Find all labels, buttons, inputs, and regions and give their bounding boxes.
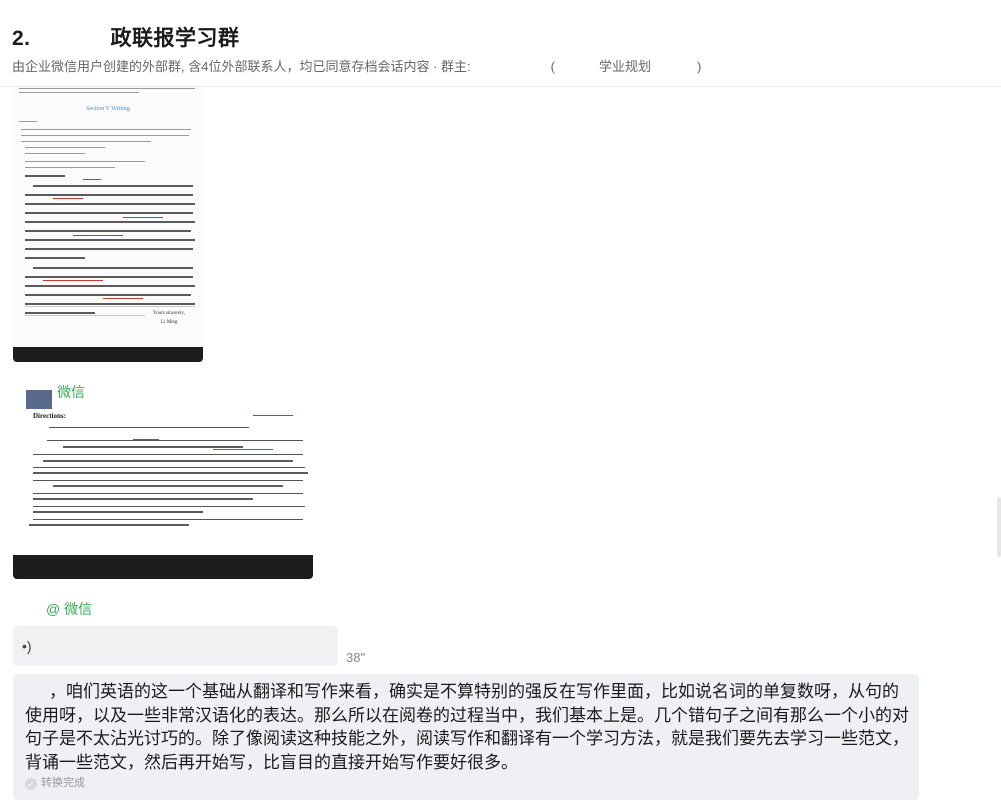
voice-transcript-body: ，咱们英语的这一个基础从翻译和写作来看，确实是不算特别的强反在写作里面，比如说名…	[25, 680, 909, 774]
owner-paren-close: )	[697, 59, 702, 74]
translation-directions: Directions:	[33, 412, 66, 420]
check-circle-icon: ✓	[25, 778, 37, 790]
group-info-text: 由企业微信用户创建的外部群, 含4位外部联系人，均已同意存档会话内容	[12, 59, 430, 74]
translation-page: Directions:	[13, 409, 313, 555]
voice-message[interactable]: •)	[13, 626, 338, 666]
chat-header: 2. 政联报学习群 由企业微信用户创建的外部群, 含4位外部联系人，均已同意存档会…	[0, 0, 1001, 87]
voice-transcript-bubble[interactable]: ，咱们英语的这一个基础从翻译和写作来看，确实是不算特别的强反在写作里面，比如说名…	[13, 674, 919, 800]
essay-section-title: Section V Writing	[86, 106, 130, 112]
group-title[interactable]: 2. 政联报学习群	[12, 22, 240, 52]
image-bottom-bar	[13, 555, 313, 579]
essay-page: Section V Writing Yours sincerely, Li Mi…	[13, 87, 203, 347]
sender-name: 微信	[57, 384, 85, 400]
image-message-translation[interactable]: Directions:	[13, 409, 313, 579]
group-title-prefix: 2.	[12, 27, 31, 50]
voice-duration: 38"	[346, 650, 366, 665]
essay-signoff-closing: Yours sincerely,	[153, 311, 185, 316]
chat-message-list[interactable]: Section V Writing Yours sincerely, Li Mi…	[0, 87, 1001, 800]
image-bottom-bar	[13, 347, 203, 362]
transcript-status-text: 转换完成	[41, 777, 85, 789]
essay-signoff-name: Li Ming	[161, 320, 178, 325]
transcript-status: ✓ 转换完成	[25, 774, 85, 790]
voice-wave-icon[interactable]: •)	[22, 638, 32, 654]
group-title-name: 政联报学习群	[110, 27, 240, 50]
voice-transcript-text: ，咱们英语的这一个基础从翻译和写作来看，确实是不算特别的强反在写作里面，比如说名…	[25, 682, 909, 772]
owner-tag: 学业规划	[599, 59, 652, 74]
group-owner-label: · 群主:	[433, 59, 471, 74]
image-message-essay[interactable]: Section V Writing Yours sincerely, Li Mi…	[13, 87, 203, 362]
owner-paren-open: (	[550, 59, 555, 74]
sender-name: @ 微信	[46, 601, 93, 617]
group-subtitle: 由企业微信用户创建的外部群, 含4位外部联系人，均已同意存档会话内容 · 群主:…	[12, 56, 701, 75]
scrollbar[interactable]	[997, 497, 1001, 557]
